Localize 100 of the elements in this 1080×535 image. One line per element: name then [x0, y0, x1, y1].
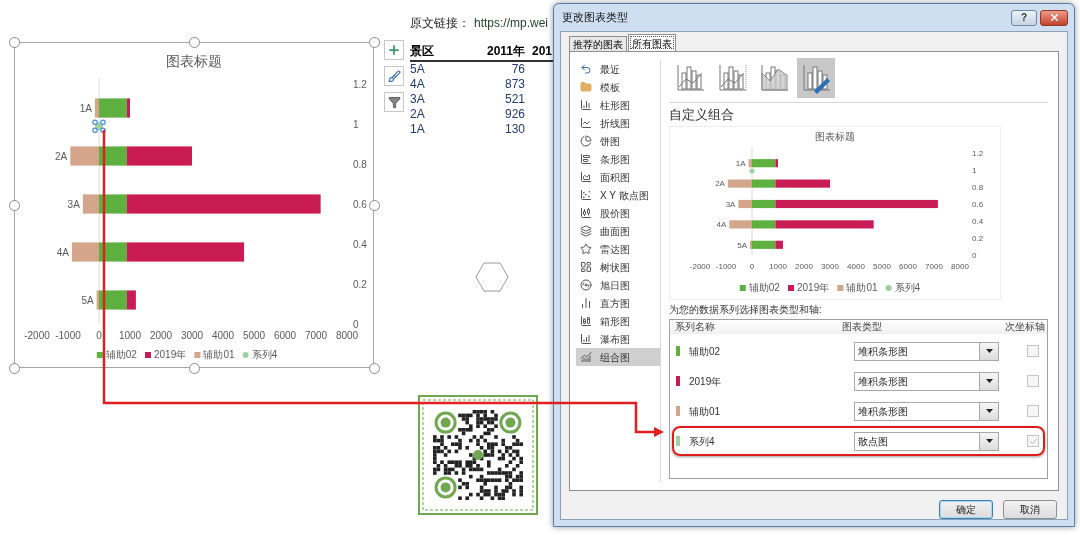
bar [70, 146, 99, 166]
axis-label: 0.6 [353, 198, 367, 210]
table-cell-text: 76 [510, 62, 525, 77]
chart-type-dropdown[interactable]: 堆积条形图 [854, 341, 999, 361]
series-name: 2019年 [689, 374, 723, 389]
legend-label: 辅助01 [846, 282, 878, 293]
star-icon [580, 243, 592, 255]
chart-type-item[interactable]: 直方图 [576, 294, 660, 312]
chart-title: 图表标题 [815, 131, 855, 142]
axis-label: -2000 [689, 262, 711, 271]
chart-type-item[interactable]: 饼图 [576, 132, 660, 150]
source-link[interactable]: https://mp.wei [474, 14, 549, 32]
category-label: 3A [725, 199, 736, 209]
legend-label: 辅助02 [748, 282, 780, 293]
resize-handle[interactable] [9, 200, 20, 211]
column-header: 201 [532, 43, 553, 60]
chart-type-dropdown[interactable]: 堆积条形图 [854, 371, 999, 391]
axis-label: 1 [972, 165, 977, 175]
combo-chart-icon [580, 351, 592, 363]
series-name: 辅助02 [689, 344, 722, 359]
axis-label: 0 [353, 318, 359, 330]
axis-label: 1000 [118, 330, 142, 341]
resize-handle[interactable] [369, 200, 380, 211]
axis-label: 0.4 [353, 238, 367, 250]
filter-button[interactable] [384, 92, 404, 112]
axis-label: 0.8 [972, 182, 984, 192]
undo-arrow-icon [580, 63, 592, 75]
chart-type-item[interactable]: 模板 [576, 78, 660, 96]
chart-type-item[interactable]: 面积图 [576, 168, 660, 186]
table-cell-text: 1A [410, 122, 426, 137]
dialog-button[interactable]: 确定 [939, 500, 993, 519]
column-header: 景区 [410, 43, 435, 60]
axis-label: 1 [353, 118, 359, 130]
column-header: 次坐标轴 [1005, 320, 1045, 334]
resize-handle[interactable] [369, 363, 380, 374]
chart-type-item[interactable]: 箱形图 [576, 312, 660, 330]
table-cell-text: 130 [503, 122, 525, 137]
chart-type-item[interactable]: 树状图 [576, 258, 660, 276]
chart-type-item[interactable]: 折线图 [576, 114, 660, 132]
combo-variant-button[interactable] [797, 58, 835, 98]
table-cell-text: 926 [503, 107, 525, 122]
chart-type-item[interactable]: 股价图 [576, 204, 660, 222]
chart-type-item[interactable]: X Y 散点图 [576, 186, 660, 204]
plus-icon [387, 43, 401, 57]
category-label: 5A [737, 240, 747, 250]
disc-icon [580, 279, 592, 291]
resize-handle[interactable] [369, 37, 380, 48]
checkbox[interactable] [1027, 405, 1039, 417]
axis-label: 0 [96, 330, 102, 341]
chart-type-item[interactable]: 条形图 [576, 150, 660, 168]
chart-type-dropdown[interactable]: 散点图 [854, 431, 999, 451]
axis-label: 8000 [951, 262, 969, 271]
caret-icon [985, 379, 993, 383]
table-cell-text: 5A [410, 62, 426, 77]
category-label: 1A [735, 159, 746, 168]
dialog-tab[interactable]: 所有图表 [628, 34, 676, 51]
chart-type-item[interactable]: 瀑布图 [576, 330, 660, 348]
category-label: 4A [56, 246, 69, 258]
series-prompt: 为您的数据系列选择图表类型和轴: [669, 303, 823, 317]
resize-handle[interactable] [9, 363, 20, 374]
data-point [749, 168, 755, 174]
chart-type-item[interactable]: 组合图 [576, 348, 660, 366]
add-element-button[interactable] [384, 40, 404, 60]
resize-handle[interactable] [9, 37, 20, 48]
checkbox[interactable] [1027, 345, 1039, 357]
category-label: 5A [81, 294, 94, 306]
hexagon-shape [475, 262, 509, 292]
chart-type-dropdown[interactable]: 堆积条形图 [854, 401, 999, 421]
axis-label: -1000 [715, 262, 737, 271]
column-header: 2011年 [485, 43, 525, 60]
chart-type-item[interactable]: 旭日图 [576, 276, 660, 294]
check-icon [1028, 436, 1038, 446]
legend-label: 2019年 [797, 282, 830, 293]
folder-icon [580, 81, 592, 93]
axis-label: 0.2 [972, 233, 984, 243]
axis-label: 7000 [925, 262, 943, 271]
style-button[interactable] [384, 66, 404, 86]
dialog-button[interactable]: 取消 [1003, 500, 1057, 519]
grid-layout-icon [580, 261, 592, 273]
scatter-chart-icon [580, 189, 592, 201]
axis-label: 1.2 [972, 148, 984, 158]
legend-label: 辅助02 [105, 349, 137, 360]
chart-type-item[interactable]: 雷达图 [576, 240, 660, 258]
legend-label: 辅助01 [203, 349, 235, 360]
column-chart-icon [580, 99, 592, 111]
axis-label: 5000 [873, 262, 891, 271]
chart-type-item[interactable]: 曲面图 [576, 222, 660, 240]
help-button[interactable]: ? [1011, 9, 1037, 26]
axis-label: 7000 [304, 330, 328, 341]
checkbox[interactable] [1027, 375, 1039, 387]
chart-type-item[interactable]: 柱形图 [576, 96, 660, 114]
resize-handle[interactable] [189, 363, 200, 374]
table-cell-text: 4A [410, 77, 426, 92]
dialog-tab[interactable]: 推荐的图表 [569, 36, 627, 51]
resize-handle[interactable] [189, 37, 200, 48]
chart-frame[interactable]: 图表标题 1A 2A 3A 4A 5A -2000 -1000 0 1000 2000 3000 4000 5000 6000 7000 8000 1.2 1 0.8 0.6 0.4 0.2 0 辅助02 2019年 辅助01 系列4 [14, 42, 374, 368]
checkbox[interactable] [1027, 435, 1039, 447]
category-label: 2A [715, 179, 725, 189]
chart-type-item[interactable]: 最近 [576, 60, 660, 78]
close-button[interactable] [1040, 9, 1068, 26]
